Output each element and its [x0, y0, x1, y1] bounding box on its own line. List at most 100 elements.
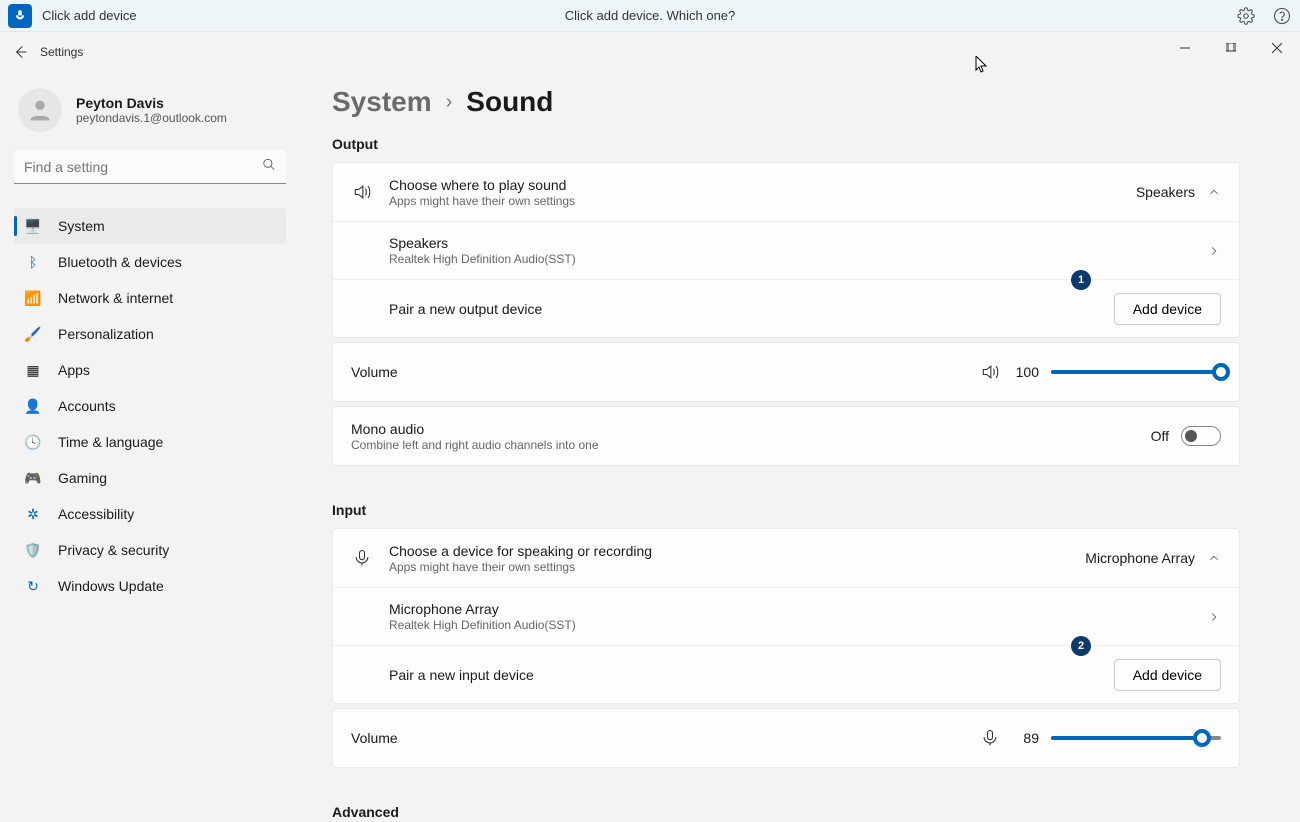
chevron-right-icon	[1207, 610, 1221, 624]
sidebar-item-accessibility[interactable]: ✲ Accessibility	[14, 496, 286, 532]
help-icon[interactable]	[1272, 6, 1292, 26]
mono-audio-title: Mono audio	[351, 421, 1135, 437]
shield-icon: 🛡️	[24, 541, 42, 559]
mono-audio-row[interactable]: Mono audio Combine left and right audio …	[333, 407, 1239, 465]
output-device-sub: Realtek High Definition Audio(SST)	[389, 252, 1191, 266]
pair-input-label: Pair a new input device	[389, 667, 1098, 683]
sidebar-item-label: Bluetooth & devices	[58, 254, 182, 270]
sidebar-item-label: System	[58, 218, 105, 234]
sidebar-item-label: Windows Update	[58, 578, 164, 594]
choose-output-sub: Apps might have their own settings	[389, 194, 1120, 208]
choose-output-value: Speakers	[1136, 184, 1195, 200]
input-volume-row: Volume 89	[333, 709, 1239, 767]
section-advanced-heading: Advanced	[332, 804, 1240, 820]
input-device-name: Microphone Array	[389, 601, 1191, 617]
sidebar-item-accounts[interactable]: 👤 Accounts	[14, 388, 286, 424]
chevron-right-icon	[1207, 244, 1221, 258]
breadcrumb-parent[interactable]: System	[332, 86, 432, 118]
sidebar-item-apps[interactable]: ▦Apps	[14, 352, 286, 388]
pair-output-label: Pair a new output device	[389, 301, 1098, 317]
update-icon: ↻	[24, 577, 42, 595]
volume-icon[interactable]	[979, 362, 1001, 382]
sidebar-item-privacy[interactable]: 🛡️ Privacy & security	[14, 532, 286, 568]
sidebar-item-label: Privacy & security	[58, 542, 169, 558]
pair-input-row: Pair a new input device Add device 2	[333, 645, 1239, 703]
output-volume-slider[interactable]	[1051, 370, 1221, 374]
mono-audio-toggle[interactable]	[1181, 426, 1221, 446]
sidebar-item-label: Gaming	[58, 470, 107, 486]
assistant-title: Click add device	[42, 8, 137, 23]
input-volume-value: 89	[1013, 730, 1039, 746]
profile-email: peytondavis.1@outlook.com	[76, 111, 227, 125]
chevron-up-icon	[1207, 185, 1221, 199]
sidebar: Peyton Davis peytondavis.1@outlook.com 🖥…	[0, 72, 300, 822]
input-device-sub: Realtek High Definition Audio(SST)	[389, 618, 1191, 632]
chevron-up-icon	[1207, 551, 1221, 565]
minimize-button[interactable]	[1162, 32, 1208, 64]
output-device-row[interactable]: Speakers Realtek High Definition Audio(S…	[333, 221, 1239, 279]
search-icon	[262, 158, 276, 177]
breadcrumb-current: Sound	[466, 86, 553, 118]
sidebar-item-network[interactable]: 📶 Network & internet	[14, 280, 286, 316]
sidebar-item-label: Time & language	[58, 434, 163, 450]
maximize-button[interactable]	[1208, 32, 1254, 64]
output-volume-label: Volume	[351, 364, 963, 380]
search-input[interactable]	[14, 150, 286, 184]
add-input-device-button[interactable]: Add device	[1114, 659, 1221, 691]
choose-input-sub: Apps might have their own settings	[389, 560, 1069, 574]
input-device-row[interactable]: Microphone Array Realtek High Definition…	[333, 587, 1239, 645]
assistant-question: Click add device. Which one?	[565, 8, 736, 23]
output-volume-row: Volume 100	[333, 343, 1239, 401]
search-input-wrap	[14, 150, 286, 184]
badge-2: 2	[1071, 636, 1091, 656]
sidebar-item-label: Network & internet	[58, 290, 173, 306]
badge-1: 1	[1071, 270, 1091, 290]
add-output-device-button[interactable]: Add device	[1114, 293, 1221, 325]
section-output-heading: Output	[332, 136, 1240, 152]
sidebar-item-gaming[interactable]: 🎮Gaming	[14, 460, 286, 496]
section-input-heading: Input	[332, 502, 1240, 518]
brush-icon: 🖌️	[24, 325, 42, 343]
choose-output-row[interactable]: Choose where to play sound Apps might ha…	[333, 163, 1239, 221]
window-chrome: Settings	[0, 32, 1300, 72]
accessibility-icon: ✲	[24, 505, 42, 523]
choose-input-row[interactable]: Choose a device for speaking or recordin…	[333, 529, 1239, 587]
clock-icon: 🕓	[24, 433, 42, 451]
breadcrumb: System › Sound	[332, 86, 1240, 118]
profile-name: Peyton Davis	[76, 95, 227, 111]
sidebar-item-label: Accessibility	[58, 506, 134, 522]
mono-audio-state: Off	[1151, 428, 1169, 444]
output-volume-value: 100	[1013, 364, 1039, 380]
choose-input-title: Choose a device for speaking or recordin…	[389, 543, 1069, 559]
sidebar-item-label: Apps	[58, 362, 90, 378]
content: System › Sound Output Choose where to pl…	[300, 72, 1300, 822]
avatar	[18, 88, 62, 132]
input-volume-label: Volume	[351, 730, 963, 746]
breadcrumb-separator: ›	[446, 91, 453, 114]
person-icon: 👤	[24, 397, 42, 415]
system-icon: 🖥️	[24, 217, 42, 235]
gear-icon[interactable]	[1236, 6, 1256, 26]
nav-list: 🖥️ System ᛒ Bluetooth & devices 📶 Network &…	[14, 208, 286, 604]
close-button[interactable]	[1254, 32, 1300, 64]
sidebar-item-label: Personalization	[58, 326, 154, 342]
output-device-name: Speakers	[389, 235, 1191, 251]
wifi-icon: 📶	[24, 289, 42, 307]
sidebar-item-personalization[interactable]: 🖌️ Personalization	[14, 316, 286, 352]
mic-outline-icon	[351, 548, 373, 568]
bluetooth-icon: ᛒ	[24, 253, 42, 271]
profile[interactable]: Peyton Davis peytondavis.1@outlook.com	[14, 82, 286, 150]
back-button[interactable]	[0, 32, 40, 72]
mic-icon[interactable]	[979, 728, 1001, 748]
assistant-bar: Click add device Click add device. Which…	[0, 0, 1300, 32]
sidebar-item-system[interactable]: 🖥️ System	[14, 208, 286, 244]
app-title: Settings	[40, 45, 83, 59]
sidebar-item-label: Accounts	[58, 398, 116, 414]
mic-icon[interactable]	[8, 4, 32, 28]
speaker-icon	[351, 182, 373, 202]
choose-input-value: Microphone Array	[1085, 550, 1195, 566]
sidebar-item-update[interactable]: ↻ Windows Update	[14, 568, 286, 604]
sidebar-item-bluetooth[interactable]: ᛒ Bluetooth & devices	[14, 244, 286, 280]
input-volume-slider[interactable]	[1051, 736, 1221, 740]
sidebar-item-time[interactable]: 🕓 Time & language	[14, 424, 286, 460]
